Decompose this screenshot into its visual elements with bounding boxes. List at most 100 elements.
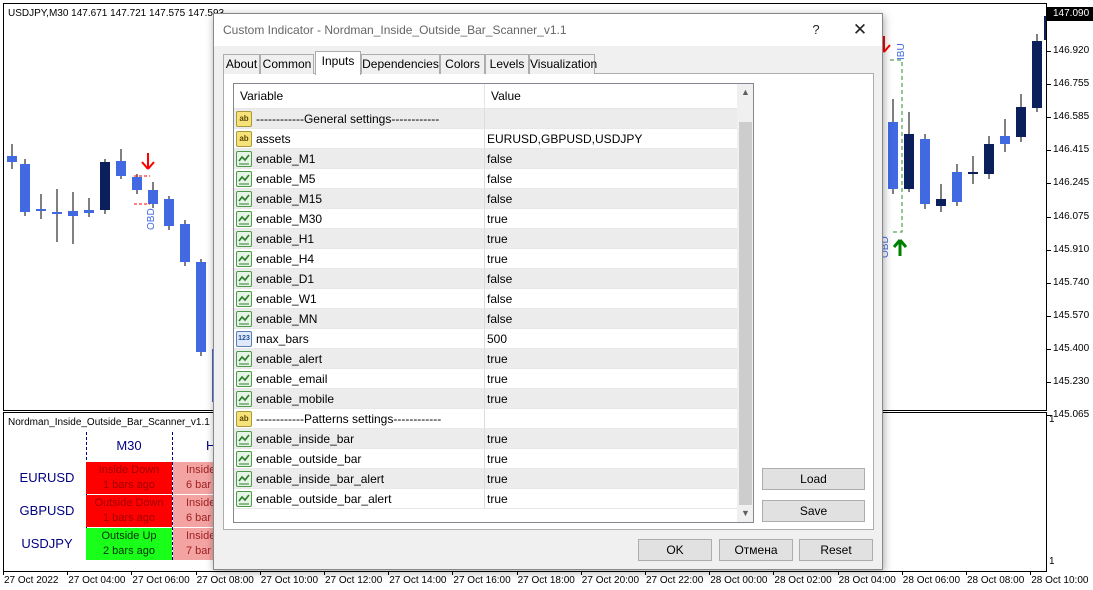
cell-divider bbox=[484, 349, 485, 369]
grid-cell-value[interactable]: true bbox=[487, 209, 737, 229]
grid-cell-value[interactable]: EURUSD,GBPUSD,USDJPY bbox=[487, 129, 737, 149]
dialog-title-bar[interactable]: Custom Indicator - Nordman_Inside_Outsid… bbox=[214, 14, 882, 46]
grid-cell-value[interactable]: true bbox=[487, 449, 737, 469]
scroll-up-icon[interactable]: ▲ bbox=[737, 84, 753, 101]
grid-row[interactable]: enable_M1 false bbox=[234, 149, 737, 169]
grid-row[interactable]: enable_M15 false bbox=[234, 189, 737, 209]
grid-row[interactable]: ab ------------General settings----------… bbox=[234, 109, 737, 129]
grid-cell-value[interactable]: true bbox=[487, 489, 737, 509]
grid-cell-variable: ------------Patterns settings-----------… bbox=[256, 412, 442, 426]
grid-cell-value[interactable]: false bbox=[487, 169, 737, 189]
price-label: 146.245 bbox=[1053, 177, 1090, 189]
cell-divider bbox=[484, 189, 485, 209]
cell-divider bbox=[484, 129, 485, 149]
grid-row[interactable]: enable_outside_bar true bbox=[234, 449, 737, 469]
tab-visualization[interactable]: Visualization bbox=[529, 54, 597, 74]
scanner-cell-age: 6 bar bbox=[186, 479, 212, 491]
cell-divider bbox=[484, 449, 485, 469]
grid-cell-value[interactable]: true bbox=[487, 369, 737, 389]
grid-row[interactable]: enable_mobile true bbox=[234, 389, 737, 409]
scrollbar-thumb[interactable] bbox=[739, 122, 752, 505]
candle-body bbox=[904, 134, 914, 189]
vertical-scrollbar[interactable]: ▲ ▼ bbox=[737, 84, 753, 522]
bool-type-icon bbox=[236, 431, 252, 447]
grid-cell-value[interactable]: false bbox=[487, 289, 737, 309]
candle-body bbox=[7, 156, 17, 162]
price-label: 145.065 bbox=[1053, 409, 1090, 421]
grid-row[interactable]: 123 max_bars 500 bbox=[234, 329, 737, 349]
grid-cell-value[interactable]: false bbox=[487, 269, 737, 289]
indicator-name: Nordman_Inside_Outside_Bar_Scanner_v1.1 bbox=[8, 417, 210, 428]
grid-cell-value[interactable]: true bbox=[487, 229, 737, 249]
cell-divider bbox=[484, 329, 485, 349]
grid-row[interactable]: enable_inside_bar true bbox=[234, 429, 737, 449]
grid-cell-value[interactable] bbox=[487, 409, 737, 429]
grid-row[interactable]: enable_email true bbox=[234, 369, 737, 389]
grid-cell-value[interactable]: true bbox=[487, 349, 737, 369]
grid-row[interactable]: enable_outside_bar_alert true bbox=[234, 489, 737, 509]
tab-colors[interactable]: Colors bbox=[440, 54, 485, 74]
grid-cell-variable: enable_outside_bar bbox=[256, 452, 362, 466]
grid-row[interactable]: enable_H1 true bbox=[234, 229, 737, 249]
grid-cell-variable: enable_D1 bbox=[256, 272, 315, 286]
cancel-button[interactable]: Отмена bbox=[719, 539, 793, 561]
grid-row[interactable]: enable_MN false bbox=[234, 309, 737, 329]
grid-row[interactable]: enable_W1 false bbox=[234, 289, 737, 309]
scroll-down-icon[interactable]: ▼ bbox=[737, 505, 753, 522]
price-label: 146.585 bbox=[1053, 111, 1090, 123]
grid-cell-value[interactable]: true bbox=[487, 389, 737, 409]
load-button[interactable]: Load bbox=[762, 468, 865, 490]
bool-type-icon bbox=[236, 451, 252, 467]
price-tick bbox=[1047, 315, 1051, 317]
grid-row[interactable]: ab assets EURUSD,GBPUSD,USDJPY bbox=[234, 129, 737, 149]
time-axis[interactable]: 27 Oct 2022 27 Oct 04:00 27 Oct 06:00 27 Oc… bbox=[0, 572, 1093, 590]
grid-cell-value[interactable]: true bbox=[487, 429, 737, 449]
tab-dependencies[interactable]: Dependencies bbox=[361, 54, 440, 74]
candle-body bbox=[1016, 107, 1026, 137]
tab-common[interactable]: Common bbox=[260, 54, 314, 74]
save-button[interactable]: Save bbox=[762, 500, 865, 522]
grid-cell-value[interactable]: false bbox=[487, 189, 737, 209]
grid-cell-variable: enable_M5 bbox=[256, 172, 316, 186]
ok-button[interactable]: OK bbox=[638, 539, 712, 561]
cell-divider bbox=[484, 489, 485, 509]
help-icon[interactable]: ? bbox=[798, 14, 834, 46]
time-label: 27 Oct 12:00 bbox=[325, 575, 383, 586]
grid-cell-value[interactable]: 500 bbox=[487, 329, 737, 349]
grid-row[interactable]: enable_inside_bar_alert true bbox=[234, 469, 737, 489]
price-label: 146.075 bbox=[1053, 210, 1090, 222]
tab-about[interactable]: About bbox=[223, 54, 260, 74]
grid-row[interactable]: enable_H4 true bbox=[234, 249, 737, 269]
grid-cell-variable: enable_inside_bar_alert bbox=[256, 472, 385, 486]
column-header-variable[interactable]: Variable bbox=[234, 84, 484, 109]
column-header-value[interactable]: Value bbox=[485, 84, 737, 109]
grid-row[interactable]: ab ------------Patterns settings---------… bbox=[234, 409, 737, 429]
cell-divider bbox=[484, 149, 485, 169]
grid-cell-variable: enable_MN bbox=[256, 312, 318, 326]
tab-inputs[interactable]: Inputs bbox=[315, 51, 361, 75]
grid-cell-value[interactable]: false bbox=[487, 149, 737, 169]
grid-row[interactable]: enable_M30 true bbox=[234, 209, 737, 229]
price-tick bbox=[1047, 216, 1051, 218]
time-label: 28 Oct 06:00 bbox=[902, 575, 961, 586]
grid-cell-value[interactable]: false bbox=[487, 309, 737, 329]
close-icon[interactable]: ✕ bbox=[840, 14, 880, 46]
scanner-cell-pattern: Inside bbox=[186, 530, 213, 542]
tab-levels[interactable]: Levels bbox=[485, 54, 529, 74]
inputs-grid[interactable]: Variable Value ab ------------General set… bbox=[233, 83, 754, 523]
terminal-window: OBD IBU OBD USDJPY,M30 147.671 147.721 147… bbox=[0, 0, 1093, 590]
scanner-cell-age: 2 bars ago bbox=[103, 545, 155, 557]
grid-row[interactable]: enable_M5 false bbox=[234, 169, 737, 189]
time-label: 27 Oct 04:00 bbox=[68, 575, 126, 586]
scanner-cell-age: 6 bar bbox=[186, 512, 212, 524]
grid-cell-value[interactable]: true bbox=[487, 249, 737, 269]
grid-cell-value[interactable] bbox=[487, 109, 737, 129]
scanner-cell-h: Inside 6 bar bbox=[173, 495, 213, 527]
price-scale[interactable]: 147.090 146.920 146.755 146.585 146.415 146.… bbox=[1047, 3, 1093, 420]
candle-body bbox=[1000, 136, 1010, 144]
grid-row[interactable]: enable_D1 false bbox=[234, 269, 737, 289]
grid-cell-value[interactable]: true bbox=[487, 469, 737, 489]
grid-row[interactable]: enable_alert true bbox=[234, 349, 737, 369]
candle-body bbox=[1032, 41, 1042, 108]
reset-button[interactable]: Reset bbox=[799, 539, 873, 561]
